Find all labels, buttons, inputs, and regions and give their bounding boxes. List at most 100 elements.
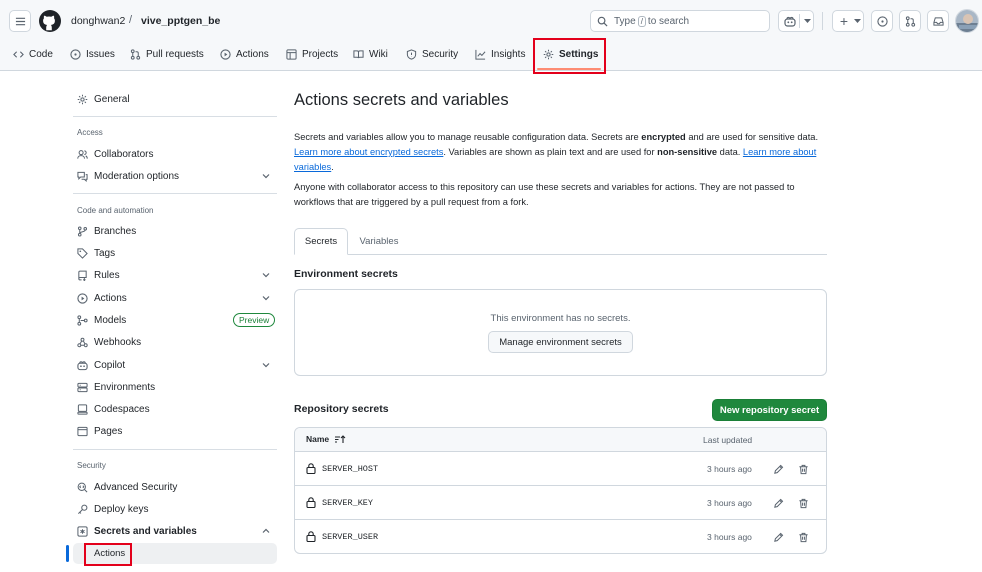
repo-owner-link[interactable]: donghwan2 xyxy=(71,15,125,27)
sidebar-item-deploy-keys[interactable]: Deploy keys xyxy=(73,499,277,519)
server-icon xyxy=(77,382,88,392)
create-new-button[interactable]: + xyxy=(832,10,864,32)
tab-variables[interactable]: Variables xyxy=(351,228,407,255)
menu-button[interactable] xyxy=(9,10,31,32)
triangle-down-icon xyxy=(854,19,861,23)
pencil-icon[interactable] xyxy=(773,498,784,509)
sidebar-divider xyxy=(73,449,277,450)
sidebar-item-label: Models xyxy=(94,314,127,326)
sidebar-item-pages[interactable]: Pages xyxy=(73,421,277,441)
git-pull-request-icon xyxy=(905,15,915,27)
tab-security[interactable]: Security xyxy=(406,44,458,64)
tab-security-label: Security xyxy=(422,48,459,60)
trash-icon[interactable] xyxy=(798,532,809,543)
browser-icon xyxy=(77,426,88,436)
actions-item-highlight-box xyxy=(84,543,132,566)
sidebar-heading-code: Code and automation xyxy=(77,206,154,215)
pencil-icon[interactable] xyxy=(773,532,784,543)
tab-actions-label: Actions xyxy=(236,48,269,60)
codescan-icon xyxy=(77,482,88,492)
sidebar-item-label: Advanced Security xyxy=(94,481,178,493)
tab-pull-requests-label: Pull requests xyxy=(146,48,204,60)
sidebar-item-secrets-and-variables[interactable]: Secrets and variables xyxy=(73,521,277,541)
preview-badge: Preview xyxy=(233,313,276,327)
tab-issues[interactable]: Issues xyxy=(70,44,115,64)
settings-tab-highlight-box xyxy=(533,38,606,74)
header-divider xyxy=(822,12,823,30)
table-icon xyxy=(286,48,297,60)
sidebar-divider xyxy=(73,193,277,194)
trash-icon[interactable] xyxy=(798,464,809,475)
sidebar-heading-access: Access xyxy=(77,128,103,137)
trash-icon[interactable] xyxy=(798,498,809,509)
intro-text: . xyxy=(331,162,334,172)
sidebar-item-codespaces[interactable]: Codespaces xyxy=(73,399,277,419)
sidebar-item-moderation[interactable]: Moderation options xyxy=(73,166,277,186)
column-name-sort[interactable]: Name xyxy=(306,434,346,444)
tab-code[interactable]: Code xyxy=(13,44,53,64)
tab-issues-label: Issues xyxy=(86,48,115,60)
webhook-icon xyxy=(77,337,88,347)
secret-updated: 3 hours ago xyxy=(707,531,752,542)
tab-variables-label: Variables xyxy=(359,236,399,247)
tab-secrets[interactable]: Secrets xyxy=(294,228,348,255)
pull-requests-button[interactable] xyxy=(899,10,921,32)
manage-environment-secrets-button[interactable]: Manage environment secrets xyxy=(488,331,633,353)
sidebar-item-collaborators[interactable]: Collaborators xyxy=(73,144,277,164)
page-title: Actions secrets and variables xyxy=(294,91,509,109)
secret-updated: 3 hours ago xyxy=(707,463,752,474)
tab-pull-requests[interactable]: Pull requests xyxy=(130,44,204,64)
issues-button[interactable] xyxy=(871,10,893,32)
search-input[interactable]: Type / to search xyxy=(590,10,770,32)
chevron-down-icon xyxy=(262,273,270,278)
secret-updated: 3 hours ago xyxy=(707,497,752,508)
sidebar-item-label: Deploy keys xyxy=(94,503,149,515)
repository-secrets-heading: Repository secrets xyxy=(294,403,389,415)
repo-name-link[interactable]: vive_pptgen_be xyxy=(141,15,220,27)
search-shortcut-key: / xyxy=(637,15,646,27)
sidebar-item-label: Copilot xyxy=(94,359,126,371)
new-repository-secret-button[interactable]: New repository secret xyxy=(712,399,827,421)
inbox-button[interactable] xyxy=(927,10,949,32)
github-logo[interactable] xyxy=(39,10,61,32)
sidebar-item-models[interactable]: Models Preview xyxy=(73,310,277,330)
sidebar-item-label: Branches xyxy=(94,225,137,237)
tab-actions[interactable]: Actions xyxy=(220,44,269,64)
environment-secrets-heading: Environment secrets xyxy=(294,268,398,280)
sidebar-item-advanced-security[interactable]: Advanced Security xyxy=(73,477,277,497)
sidebar-item-actions[interactable]: Actions xyxy=(73,288,277,308)
search-icon xyxy=(597,16,608,27)
tab-insights[interactable]: Insights xyxy=(475,44,525,64)
people-icon xyxy=(77,149,88,159)
pencil-icon[interactable] xyxy=(773,464,784,475)
user-avatar[interactable] xyxy=(955,9,979,33)
ai-model-icon xyxy=(77,314,88,326)
sidebar-item-copilot[interactable]: Copilot xyxy=(73,355,277,375)
issue-opened-icon xyxy=(876,15,888,27)
lock-icon xyxy=(306,531,316,542)
secret-name: SERVER_KEY xyxy=(322,497,374,508)
repo-push-icon xyxy=(78,270,87,281)
sidebar-item-tags[interactable]: Tags xyxy=(73,243,277,263)
learn-more-secrets-link[interactable]: Learn more about encrypted secrets xyxy=(294,147,443,157)
breadcrumb-separator: / xyxy=(129,14,133,26)
tab-wiki[interactable]: Wiki xyxy=(353,44,388,64)
tab-secrets-label: Secrets xyxy=(304,236,338,247)
plus-icon: + xyxy=(839,13,849,29)
tab-projects[interactable]: Projects xyxy=(286,44,338,64)
git-branch-icon xyxy=(77,226,88,236)
pull-request-icon xyxy=(130,48,141,60)
lock-icon xyxy=(306,463,316,474)
sidebar-item-branches[interactable]: Branches xyxy=(73,221,277,241)
sidebar-item-webhooks[interactable]: Webhooks xyxy=(73,332,277,352)
sidebar-item-label: Pages xyxy=(94,425,123,437)
sidebar-item-label: Environments xyxy=(94,381,156,393)
sort-ascending-icon xyxy=(335,434,346,443)
sidebar-item-environments[interactable]: Environments xyxy=(73,377,277,397)
search-suffix: to search xyxy=(647,15,690,27)
copilot-button[interactable] xyxy=(778,10,814,32)
sidebar-item-label: Codespaces xyxy=(94,403,150,415)
key-icon xyxy=(78,504,88,514)
sidebar-item-rules[interactable]: Rules xyxy=(73,265,277,285)
sidebar-item-general[interactable]: General xyxy=(73,89,277,109)
